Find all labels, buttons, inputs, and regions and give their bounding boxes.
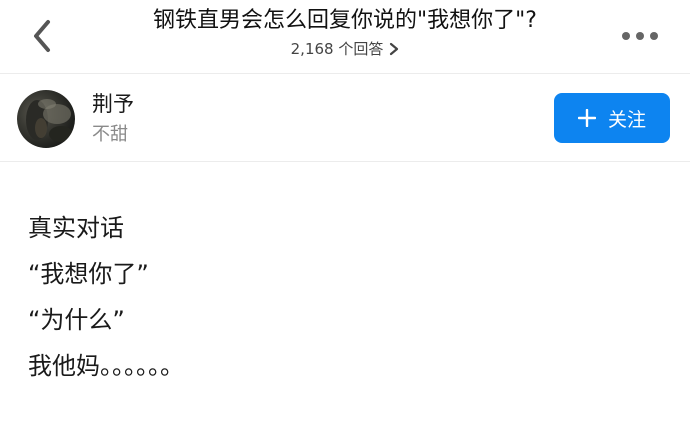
chevron-right-icon xyxy=(390,42,399,56)
answer-content: 真实对话 “我想你了” “为什么” 我他妈。。。。。。 xyxy=(28,205,668,389)
follow-button[interactable]: 关注 xyxy=(554,93,670,143)
author-info-row: 荆予 不甜 关注 xyxy=(0,74,690,162)
author-bio: 不甜 xyxy=(92,124,128,145)
back-button[interactable] xyxy=(26,14,66,58)
answers-count: 2,168 个回答 xyxy=(290,40,384,58)
author-name[interactable]: 荆予 xyxy=(92,90,134,118)
top-navigation-bar: 钢铁直男会怎么回复你说的"我想你了"? 2,168 个回答 xyxy=(0,0,690,74)
answers-count-link[interactable]: 2,168 个回答 xyxy=(291,38,400,60)
question-header: 钢铁直男会怎么回复你说的"我想你了"? 2,168 个回答 xyxy=(90,4,600,60)
avatar-image xyxy=(26,99,73,142)
answer-line: “我想你了” xyxy=(28,260,149,288)
answer-line: “为什么” xyxy=(28,306,125,334)
follow-label: 关注 xyxy=(607,108,646,131)
plus-icon xyxy=(577,109,596,127)
answer-line: 我他妈。。。。。。 xyxy=(28,352,184,380)
more-options-button[interactable] xyxy=(620,28,660,44)
more-dots-icon xyxy=(622,32,658,40)
avatar[interactable] xyxy=(17,90,75,148)
chevron-left-icon xyxy=(34,20,50,52)
question-title[interactable]: 钢铁直男会怎么回复你说的"我想你了"? xyxy=(90,4,600,38)
answer-line: 真实对话 xyxy=(28,214,124,242)
